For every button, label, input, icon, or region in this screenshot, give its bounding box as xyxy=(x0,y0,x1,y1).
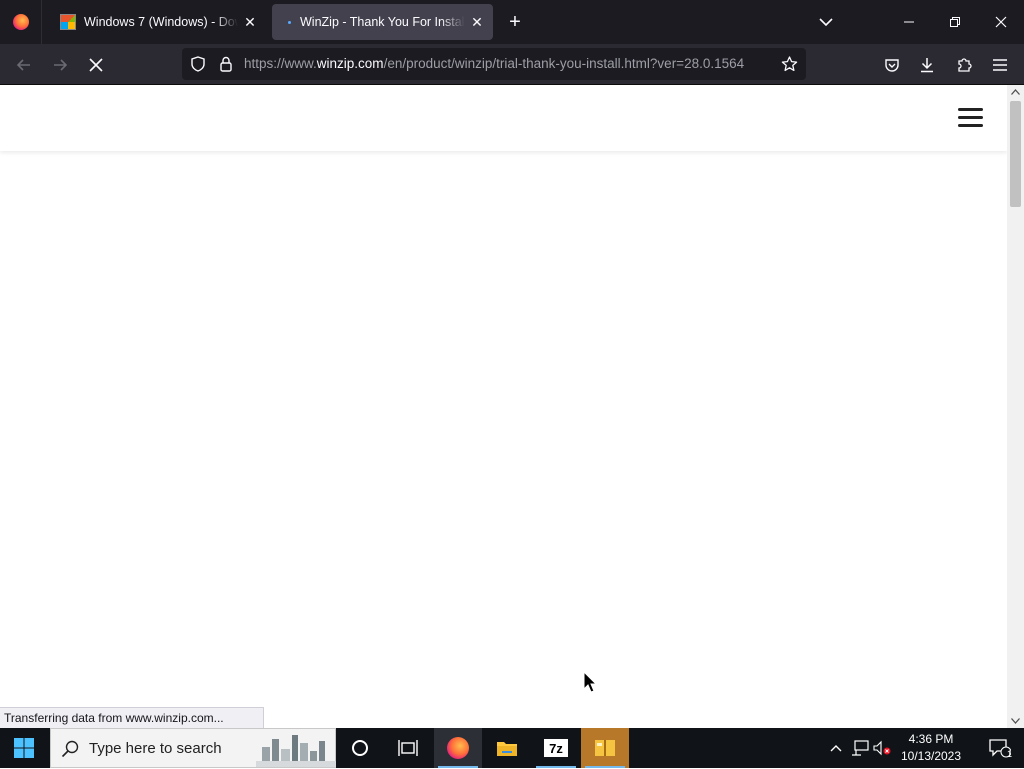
tab-winzip[interactable]: WinZip - Thank You For Installing ✕ xyxy=(272,4,493,40)
restore-button[interactable] xyxy=(932,0,978,44)
volume-tray-button[interactable] xyxy=(872,728,892,768)
page-content xyxy=(0,85,1007,728)
installer-icon xyxy=(595,740,615,756)
pocket-button[interactable] xyxy=(878,51,906,79)
search-icon xyxy=(61,740,79,758)
svg-text:7z: 7z xyxy=(549,741,563,756)
windows-start-icon xyxy=(14,738,34,758)
tab-title: Windows 7 (Windows) - Download xyxy=(84,15,238,29)
download-icon xyxy=(921,58,933,73)
show-hidden-icons-button[interactable] xyxy=(826,728,846,768)
downloads-button[interactable] xyxy=(913,51,941,79)
new-tab-button[interactable]: + xyxy=(503,10,527,34)
7zip-icon: 7z xyxy=(544,739,568,757)
url-path: /en/product/winzip/trial-thank-you-insta… xyxy=(383,56,745,71)
address-bar[interactable]: https://www.winzip.com/en/product/winzip… xyxy=(182,48,806,80)
forward-button[interactable] xyxy=(46,51,74,79)
lock-icon[interactable] xyxy=(219,56,233,72)
clock-date: 10/13/2023 xyxy=(900,749,962,763)
firefox-icon xyxy=(447,737,469,759)
system-clock[interactable]: 4:36 PM 10/13/2023 xyxy=(890,731,972,765)
close-window-button[interactable] xyxy=(978,0,1024,44)
cortana-circle-icon xyxy=(352,740,368,756)
folder-icon xyxy=(497,742,517,756)
windows-taskbar: Type here to search 7z 4:36 PM 10/13/202… xyxy=(0,728,1024,768)
clock-time: 4:36 PM xyxy=(908,732,954,746)
back-arrow-icon xyxy=(16,59,30,71)
start-button[interactable] xyxy=(0,728,48,768)
network-tray-button[interactable] xyxy=(848,728,872,768)
browser-tab-bar: Windows 7 (Windows) - Download ✕ WinZip … xyxy=(0,0,1024,44)
network-icon xyxy=(852,740,869,756)
back-button[interactable] xyxy=(10,51,38,79)
notification-count: 1 xyxy=(1006,749,1012,759)
search-highlight-city-icon xyxy=(256,735,336,767)
scrollbar-thumb[interactable] xyxy=(1010,101,1021,207)
windows-logo-icon xyxy=(60,14,76,30)
site-header xyxy=(0,85,1007,151)
url-host: winzip.com xyxy=(316,56,384,71)
taskbar-firefox[interactable] xyxy=(434,728,482,768)
tab-title: WinZip - Thank You For Installing xyxy=(300,15,465,29)
taskbar-search-box[interactable]: Type here to search xyxy=(50,728,336,768)
pocket-icon xyxy=(885,58,899,72)
hamburger-menu-icon[interactable] xyxy=(958,108,983,128)
task-view-icon xyxy=(398,740,418,756)
loading-dot-icon xyxy=(284,14,294,30)
chevron-up-icon xyxy=(830,745,842,752)
tab-windows-7[interactable]: Windows 7 (Windows) - Download ✕ xyxy=(48,4,266,40)
page-scrollbar[interactable] xyxy=(1007,85,1024,728)
cortana-button[interactable] xyxy=(336,728,384,768)
navigation-toolbar: https://www.winzip.com/en/product/winzip… xyxy=(0,44,1024,85)
taskbar-winzip-installer[interactable] xyxy=(581,728,629,768)
firefox-icon xyxy=(12,14,29,30)
firefox-view-button[interactable] xyxy=(0,0,42,44)
task-view-button[interactable] xyxy=(384,728,432,768)
action-center-button[interactable]: 1 xyxy=(976,728,1024,768)
tracking-protection-icon[interactable] xyxy=(190,56,206,72)
url-prefix: https://www. xyxy=(244,56,317,71)
stop-loading-button[interactable] xyxy=(82,51,110,79)
mouse-cursor-icon xyxy=(583,671,598,693)
puzzle-icon xyxy=(958,58,972,72)
url-text[interactable]: https://www.winzip.com/en/product/winzip… xyxy=(244,48,772,80)
search-placeholder: Type here to search xyxy=(89,740,222,757)
close-icon[interactable]: ✕ xyxy=(469,14,485,30)
extensions-button[interactable] xyxy=(950,51,978,79)
status-text: Transferring data from www.winzip.com... xyxy=(0,707,264,728)
minimize-button[interactable] xyxy=(886,0,932,44)
app-menu-button[interactable] xyxy=(986,51,1014,79)
menu-icon xyxy=(993,59,1007,71)
taskbar-7zip[interactable]: 7z xyxy=(532,728,580,768)
forward-arrow-icon xyxy=(54,59,68,71)
volume-muted-icon xyxy=(873,740,891,756)
list-all-tabs-button[interactable] xyxy=(814,10,838,34)
scroll-up-icon[interactable] xyxy=(1007,85,1024,99)
stop-icon xyxy=(89,58,103,72)
scroll-down-icon[interactable] xyxy=(1007,714,1024,728)
close-icon[interactable]: ✕ xyxy=(242,14,258,30)
bookmark-star-icon[interactable] xyxy=(781,56,798,72)
taskbar-file-explorer[interactable] xyxy=(483,728,531,768)
